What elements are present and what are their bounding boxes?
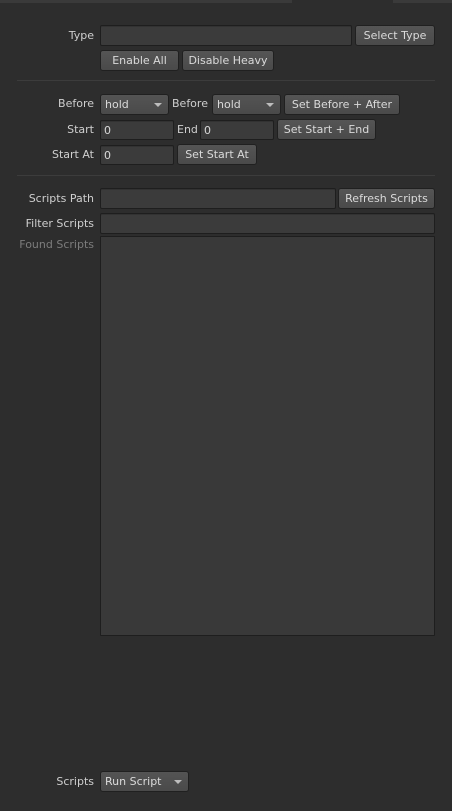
start-input[interactable] [104, 121, 170, 139]
run-script-dropdown-value: Run Script [105, 775, 162, 788]
scripts-run-label: Scripts [56, 775, 94, 788]
start-at-input[interactable] [104, 146, 170, 164]
before-dropdown[interactable]: hold [100, 94, 169, 115]
set-before-after-button[interactable]: Set Before + After [284, 94, 400, 115]
before-label: Before [58, 97, 94, 110]
type-input[interactable] [104, 26, 348, 45]
start-at-label: Start At [51, 148, 94, 161]
chevron-down-icon [266, 103, 274, 107]
scripts-path-field[interactable] [100, 188, 336, 209]
chevron-down-icon [174, 780, 182, 784]
filter-scripts-input[interactable] [104, 214, 431, 233]
before-dropdown-value: hold [105, 98, 129, 111]
run-script-dropdown[interactable]: Run Script [100, 771, 189, 792]
type-label: Type [68, 29, 94, 42]
end-input[interactable] [204, 121, 270, 139]
found-scripts-list[interactable] [100, 236, 435, 636]
after-label: Before [172, 97, 208, 110]
separator-2 [17, 175, 435, 176]
select-type-button[interactable]: Select Type [355, 25, 435, 46]
start-label: Start [67, 123, 94, 136]
refresh-scripts-button[interactable]: Refresh Scripts [338, 188, 435, 209]
scripts-path-label: Scripts Path [28, 192, 94, 205]
after-dropdown[interactable]: hold [212, 94, 281, 115]
filter-scripts-label: Filter Scripts [25, 217, 94, 230]
top-tab-right [393, 0, 452, 3]
enable-all-button[interactable]: Enable All [100, 50, 179, 71]
top-tab-strip [0, 0, 452, 3]
start-at-field[interactable] [100, 145, 174, 165]
chevron-down-icon [154, 103, 162, 107]
after-dropdown-value: hold [217, 98, 241, 111]
scripts-panel: Type Select Type Enable All Disable Heav… [0, 0, 452, 811]
separator-1 [17, 80, 435, 81]
top-tab-left [0, 0, 292, 3]
start-field[interactable] [100, 120, 174, 140]
set-start-at-button[interactable]: Set Start At [177, 144, 257, 165]
end-field[interactable] [200, 120, 274, 140]
set-start-end-button[interactable]: Set Start + End [277, 119, 376, 140]
filter-scripts-field[interactable] [100, 213, 435, 234]
found-scripts-label: Found Scripts [19, 238, 94, 251]
scripts-path-input[interactable] [104, 189, 332, 208]
type-field[interactable] [100, 25, 352, 46]
end-label: End [177, 123, 198, 136]
disable-heavy-button[interactable]: Disable Heavy [182, 50, 274, 71]
